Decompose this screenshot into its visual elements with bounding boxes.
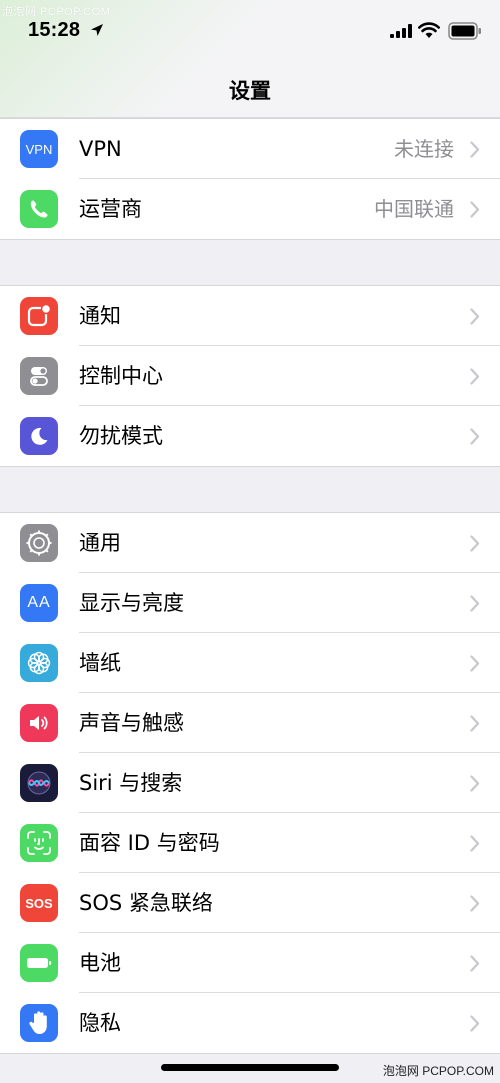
siri-icon [20, 764, 58, 802]
settings-row-vpn[interactable]: VPN VPN 未连接 [0, 119, 500, 179]
chevron-right-icon [470, 895, 480, 912]
settings-row-face-id[interactable]: 面容 ID 与密码 [0, 813, 500, 873]
settings-row-label: VPN [79, 137, 122, 161]
settings-row-label: 墙纸 [79, 651, 121, 675]
settings-row-carrier[interactable]: 运营商 中国联通 [0, 179, 500, 239]
settings-row-privacy[interactable]: 隐私 [0, 993, 500, 1053]
settings-row-label: SOS 紧急联络 [79, 891, 213, 915]
settings-row-label: 声音与触感 [79, 711, 184, 735]
watermark-top: 泡泡网 PCPOP.COM [2, 6, 111, 18]
chevron-right-icon [470, 308, 480, 325]
chevron-right-icon [470, 655, 480, 672]
battery-icon [20, 944, 58, 982]
settings-group-general: 通用 AA 显示与亮度 墙纸 声音与触感 Siri 与搜索 面容 ID 与密码 … [0, 512, 500, 1054]
chevron-right-icon [470, 1015, 480, 1032]
settings-group-alerts: 通知 控制中心 勿扰模式 [0, 285, 500, 467]
settings-row-label: 控制中心 [79, 364, 163, 388]
settings-row-label: 电池 [79, 951, 121, 975]
vpn-icon: VPN [20, 130, 58, 168]
settings-row-label: 运营商 [79, 197, 142, 221]
settings-row-value: 中国联通 [374, 197, 454, 221]
chevron-right-icon [470, 428, 480, 445]
wallpaper-icon [20, 644, 58, 682]
location-arrow-icon [91, 24, 103, 36]
settings-row-display[interactable]: AA 显示与亮度 [0, 573, 500, 633]
settings-row-battery[interactable]: 电池 [0, 933, 500, 993]
settings-group-network: VPN VPN 未连接 运营商 中国联通 [0, 118, 500, 240]
moon-icon [20, 417, 58, 455]
cellular-signal-icon [390, 24, 412, 38]
hand-icon [20, 1004, 58, 1042]
chevron-right-icon [470, 955, 480, 972]
settings-row-notifications[interactable]: 通知 [0, 286, 500, 346]
chevron-right-icon [470, 595, 480, 612]
page-title: 设置 [229, 79, 271, 103]
home-indicator[interactable] [161, 1064, 339, 1071]
chevron-right-icon [470, 201, 480, 218]
settings-row-value: 未连接 [394, 137, 454, 161]
speaker-icon [20, 704, 58, 742]
settings-row-wallpaper[interactable]: 墙纸 [0, 633, 500, 693]
settings-row-control-center[interactable]: 控制中心 [0, 346, 500, 406]
phone-icon [20, 190, 58, 228]
settings-row-do-not-disturb[interactable]: 勿扰模式 [0, 406, 500, 466]
display-icon: AA [20, 584, 58, 622]
settings-row-sounds[interactable]: 声音与触感 [0, 693, 500, 753]
notifications-icon [20, 297, 58, 335]
settings-row-label: 显示与亮度 [79, 591, 184, 615]
settings-row-sos[interactable]: SOS SOS 紧急联络 [0, 873, 500, 933]
status-time: 15:28 [28, 19, 81, 41]
wifi-icon [418, 22, 440, 38]
control-center-icon [20, 357, 58, 395]
sos-icon: SOS [20, 884, 58, 922]
watermark-bottom: 泡泡网 PCPOP.COM [382, 1064, 494, 1078]
settings-row-label: 勿扰模式 [79, 424, 163, 448]
settings-row-label: Siri 与搜索 [79, 771, 183, 795]
battery-icon [448, 22, 481, 40]
face-id-icon [20, 824, 58, 862]
settings-row-label: 隐私 [79, 1011, 121, 1035]
settings-row-general[interactable]: 通用 [0, 513, 500, 573]
chevron-right-icon [470, 715, 480, 732]
chevron-right-icon [470, 775, 480, 792]
gear-icon [20, 524, 58, 562]
chevron-right-icon [470, 368, 480, 385]
settings-row-label: 通知 [79, 304, 121, 328]
settings-row-label: 通用 [79, 531, 121, 555]
chevron-right-icon [470, 141, 480, 158]
settings-row-label: 面容 ID 与密码 [79, 831, 220, 855]
chevron-right-icon [470, 535, 480, 552]
chevron-right-icon [470, 835, 480, 852]
settings-row-siri[interactable]: Siri 与搜索 [0, 753, 500, 813]
